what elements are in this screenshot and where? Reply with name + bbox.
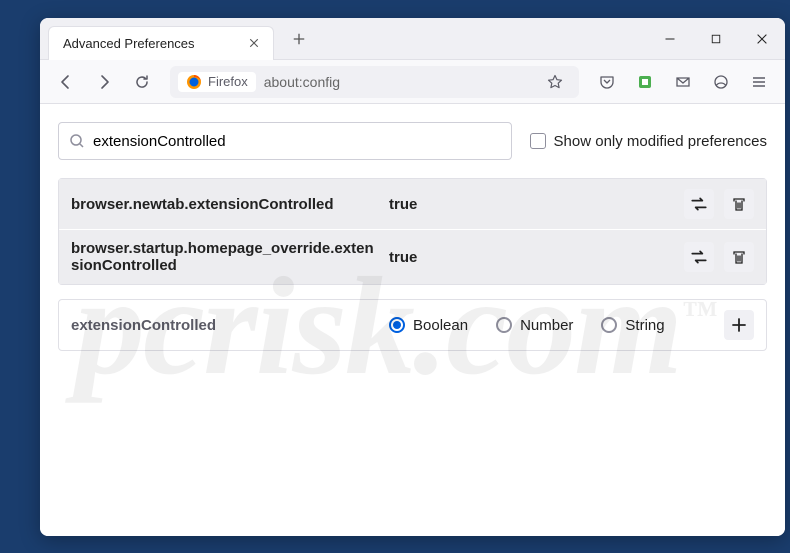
mail-icon[interactable] bbox=[667, 66, 699, 98]
firefox-icon bbox=[186, 74, 202, 90]
maximize-button[interactable] bbox=[693, 18, 739, 60]
pref-name: browser.newtab.extensionControlled bbox=[71, 196, 381, 213]
url-bar[interactable]: Firefox about:config bbox=[170, 66, 579, 98]
nav-toolbar: Firefox about:config bbox=[40, 60, 785, 104]
new-pref-name: extensionControlled bbox=[71, 317, 381, 334]
extension-icon[interactable] bbox=[629, 66, 661, 98]
search-input[interactable] bbox=[93, 133, 501, 150]
identity-label: Firefox bbox=[208, 74, 248, 89]
close-window-button[interactable] bbox=[739, 18, 785, 60]
radio-label: Number bbox=[520, 317, 573, 334]
search-row: Show only modified preferences bbox=[58, 122, 767, 160]
pref-name: browser.startup.homepage_override.extens… bbox=[71, 240, 381, 274]
radio-label: String bbox=[625, 317, 664, 334]
radio-number[interactable]: Number bbox=[496, 317, 573, 334]
radio-icon bbox=[601, 317, 617, 333]
toggle-button[interactable] bbox=[684, 242, 714, 272]
reset-button[interactable] bbox=[724, 242, 754, 272]
url-text: about:config bbox=[264, 74, 340, 90]
bookmark-star-icon[interactable] bbox=[539, 66, 571, 98]
type-radio-group: Boolean Number String bbox=[389, 317, 716, 334]
window-controls bbox=[647, 18, 785, 60]
pref-row[interactable]: browser.startup.homepage_override.extens… bbox=[59, 229, 766, 284]
minimize-button[interactable] bbox=[647, 18, 693, 60]
radio-string[interactable]: String bbox=[601, 317, 664, 334]
new-tab-button[interactable] bbox=[284, 24, 314, 54]
account-icon[interactable] bbox=[705, 66, 737, 98]
checkbox-label: Show only modified preferences bbox=[554, 133, 767, 150]
toggle-button[interactable] bbox=[684, 189, 714, 219]
pref-value: true bbox=[389, 196, 676, 213]
search-icon bbox=[69, 133, 85, 149]
menu-button[interactable] bbox=[743, 66, 775, 98]
checkbox-icon bbox=[530, 133, 546, 149]
radio-icon bbox=[496, 317, 512, 333]
close-tab-icon[interactable] bbox=[245, 34, 263, 52]
pref-value: true bbox=[389, 249, 676, 266]
pref-row[interactable]: browser.newtab.extensionControlled true bbox=[59, 179, 766, 229]
titlebar: Advanced Preferences bbox=[40, 18, 785, 60]
about-config-content: Show only modified preferences browser.n… bbox=[40, 104, 785, 536]
radio-label: Boolean bbox=[413, 317, 468, 334]
tab-title: Advanced Preferences bbox=[63, 36, 195, 51]
browser-window: Advanced Preferences bbox=[40, 18, 785, 536]
back-button[interactable] bbox=[50, 66, 82, 98]
reload-button[interactable] bbox=[126, 66, 158, 98]
add-pref-button[interactable] bbox=[724, 310, 754, 340]
identity-box[interactable]: Firefox bbox=[178, 72, 256, 92]
row-actions bbox=[684, 242, 754, 272]
row-actions bbox=[684, 189, 754, 219]
pocket-icon[interactable] bbox=[591, 66, 623, 98]
browser-tab[interactable]: Advanced Preferences bbox=[48, 26, 274, 60]
radio-boolean[interactable]: Boolean bbox=[389, 317, 468, 334]
pref-list: browser.newtab.extensionControlled true … bbox=[58, 178, 767, 285]
forward-button[interactable] bbox=[88, 66, 120, 98]
reset-button[interactable] bbox=[724, 189, 754, 219]
show-modified-checkbox[interactable]: Show only modified preferences bbox=[530, 133, 767, 150]
radio-icon bbox=[389, 317, 405, 333]
new-pref-row: extensionControlled Boolean Number Strin… bbox=[58, 299, 767, 351]
search-box bbox=[58, 122, 512, 160]
